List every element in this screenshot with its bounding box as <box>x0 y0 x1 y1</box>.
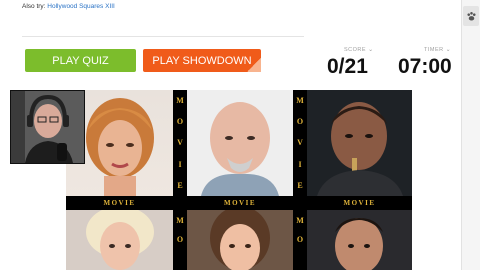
score-label: SCORE ⌄ <box>344 47 374 53</box>
play-showdown-button[interactable]: PLAY SHOWDOWN <box>143 49 261 72</box>
timer-label: TIMER ⌄ <box>424 47 452 53</box>
side-panel-button[interactable] <box>463 6 479 26</box>
also-try-label: Also try: <box>22 3 46 10</box>
movie-strip-horizontal-3: MOVIE <box>307 196 412 210</box>
strip-corner <box>293 196 307 210</box>
actor-portrait <box>335 218 383 270</box>
timer-value: 07:00 <box>398 55 452 78</box>
also-try-link[interactable]: Hollywood Squares XIII <box>47 3 115 10</box>
also-try: Also try: Hollywood Squares XIII <box>22 3 115 10</box>
grid-square-5[interactable] <box>187 210 293 270</box>
score-value: 0/21 <box>327 55 368 78</box>
movie-strip-vertical-2: MOVIE <box>293 90 307 196</box>
movie-strip-vertical-1: MOVIE <box>173 90 187 196</box>
strip-corner <box>173 196 187 210</box>
grid-square-2[interactable] <box>187 90 293 196</box>
play-showdown-label: PLAY SHOWDOWN <box>152 54 252 67</box>
movie-strip-horizontal-1: MOVIE <box>66 196 173 210</box>
corner-fold-icon <box>247 58 261 72</box>
play-quiz-button[interactable]: PLAY QUIZ <box>25 49 136 72</box>
grid-square-3[interactable] <box>307 90 412 196</box>
actress-portrait <box>210 210 270 270</box>
paw-icon <box>466 11 476 21</box>
grid-square-6[interactable] <box>307 210 412 270</box>
side-panel <box>461 0 480 270</box>
movie-strip-vertical-4: MO <box>293 210 307 270</box>
actor-portrait <box>317 102 403 196</box>
streamer-video <box>11 91 84 163</box>
movie-strip-horizontal-2: MOVIE <box>187 196 293 210</box>
actress-portrait <box>86 210 154 270</box>
actor-portrait <box>201 102 279 196</box>
grid-square-4[interactable] <box>66 210 173 270</box>
webcam-overlay <box>10 90 85 164</box>
movie-strip-vertical-3: MO <box>173 210 187 270</box>
divider <box>22 36 304 37</box>
